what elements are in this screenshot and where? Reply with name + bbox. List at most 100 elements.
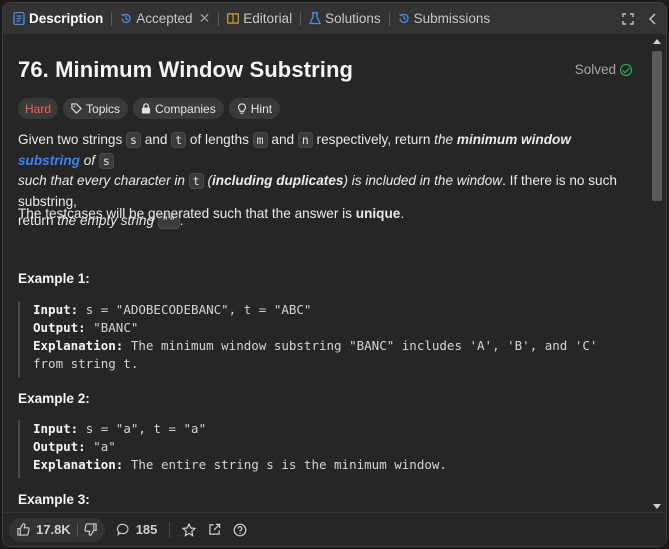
history-icon xyxy=(121,13,131,24)
text: of lengths xyxy=(186,132,253,147)
tab-label: Solutions xyxy=(325,11,381,26)
text: respectively, return xyxy=(312,132,435,147)
input-value: s = "ADOBECODEBANC", t = "ABC" xyxy=(85,302,312,317)
text: Given two strings xyxy=(18,132,127,147)
text: of xyxy=(79,152,99,168)
code-inline: s xyxy=(98,152,114,169)
testcase-note: The testcases will be generated such tha… xyxy=(18,206,405,221)
text: and xyxy=(267,132,298,147)
tag-label: Topics xyxy=(86,101,121,116)
text: is included in the window xyxy=(347,173,503,188)
output-value: "BANC" xyxy=(93,320,139,335)
comment-icon xyxy=(116,523,129,536)
text: such that every character in xyxy=(18,173,189,188)
tag-row: Hard Topics Companies Hint xyxy=(18,98,281,119)
code-inline: t xyxy=(171,132,187,148)
thumbs-up-icon[interactable] xyxy=(17,523,30,536)
collapse-icon[interactable] xyxy=(648,12,656,25)
thumbs-down-icon[interactable] xyxy=(84,523,97,536)
hint-tag[interactable]: Hint xyxy=(228,98,281,119)
history-icon xyxy=(398,13,409,24)
like-count: 17.8K xyxy=(36,522,71,537)
tab-description[interactable]: Description xyxy=(13,3,103,34)
solved-label: Solved xyxy=(574,62,616,77)
share-button[interactable] xyxy=(208,523,221,536)
tab-editorial[interactable]: Editorial xyxy=(227,3,292,34)
tab-label: Editorial xyxy=(243,11,293,26)
code-inline: m xyxy=(252,132,268,148)
tag-icon xyxy=(71,103,82,114)
lock-icon xyxy=(141,103,151,114)
tag-label: Companies xyxy=(155,101,216,116)
check-circle-icon xyxy=(620,63,632,76)
lightbulb-icon xyxy=(237,102,246,114)
text: The testcases will be generated such tha… xyxy=(18,206,356,221)
scroll-down-arrow[interactable] xyxy=(653,504,661,509)
text: the xyxy=(434,132,457,147)
tab-divider xyxy=(300,11,302,26)
panel-controls xyxy=(622,3,656,34)
comment-count: 185 xyxy=(135,522,158,537)
question-circle-icon xyxy=(234,523,247,536)
text: minimum window xyxy=(456,132,571,147)
tab-divider xyxy=(218,11,220,26)
code-inline: n xyxy=(297,132,313,148)
star-icon xyxy=(182,522,197,537)
output-label: Output: xyxy=(33,439,86,454)
input-value: s = "a", t = "a" xyxy=(85,421,207,436)
substring-link[interactable]: substring xyxy=(18,153,80,168)
tab-solutions[interactable]: Solutions xyxy=(309,3,381,34)
companies-tag[interactable]: Companies xyxy=(133,98,224,119)
tag-label: Hint xyxy=(250,101,273,116)
explanation-label: Explanation: xyxy=(33,338,124,353)
toolbar-divider xyxy=(169,521,171,538)
example-1-block: Input: s = "ADOBECODEBANC", t = "ABC" Ou… xyxy=(18,301,628,377)
vote-divider xyxy=(76,522,78,537)
solved-status: Solved xyxy=(575,62,632,77)
vote-pill: 17.8K xyxy=(9,517,105,542)
scroll-thumb[interactable] xyxy=(652,51,662,201)
example-3-title: Example 3: xyxy=(18,492,90,507)
example-1-title: Example 1: xyxy=(18,271,90,286)
flask-icon xyxy=(309,12,322,25)
code-inline: t xyxy=(188,173,204,189)
tab-label: Description xyxy=(29,11,104,26)
difficulty-badge: Hard xyxy=(18,98,59,119)
maximize-icon[interactable] xyxy=(622,12,634,25)
bottom-toolbar: 17.8K 185 xyxy=(3,512,666,546)
code-inline: s xyxy=(126,132,141,148)
tab-divider xyxy=(111,11,113,26)
share-icon xyxy=(209,523,221,535)
example-2-title: Example 2: xyxy=(18,391,90,406)
explanation-value: from string t. xyxy=(33,356,139,371)
page-title[interactable]: 76. Minimum Window Substring xyxy=(18,57,353,83)
description-icon xyxy=(13,12,25,25)
explanation-value: The minimum window substring "BANC" incl… xyxy=(130,338,598,353)
tab-label: Submissions xyxy=(413,11,491,26)
tab-accepted[interactable]: Accepted ✕ xyxy=(120,3,210,34)
scrollbar[interactable] xyxy=(651,34,663,514)
topics-tag[interactable]: Topics xyxy=(63,98,129,119)
tab-divider xyxy=(388,11,390,26)
tab-bar: Description Accepted ✕ Editorial Solutio… xyxy=(3,3,666,34)
input-label: Input: xyxy=(33,302,79,317)
output-value: "a" xyxy=(93,439,116,454)
text: unique xyxy=(355,206,401,221)
favorite-button[interactable] xyxy=(182,522,197,537)
text: including duplicates xyxy=(212,173,344,188)
help-button[interactable] xyxy=(233,523,247,537)
scroll-up-arrow[interactable] xyxy=(653,39,661,44)
problem-panel: Description Accepted ✕ Editorial Solutio… xyxy=(2,2,667,547)
explanation-label: Explanation: xyxy=(33,457,124,472)
book-icon xyxy=(227,13,240,24)
title-row: 76. Minimum Window Substring Solved xyxy=(18,34,632,92)
tab-submissions[interactable]: Submissions xyxy=(398,3,491,34)
comments-button[interactable]: 185 xyxy=(116,522,158,537)
close-icon[interactable]: ✕ xyxy=(199,10,211,27)
input-label: Input: xyxy=(33,421,79,436)
explanation-value: The entire string s is the minimum windo… xyxy=(130,457,447,472)
example-2-block: Input: s = "a", t = "a" Output: "a" Expl… xyxy=(18,420,628,478)
output-label: Output: xyxy=(33,320,86,335)
tab-label: Accepted xyxy=(136,11,193,26)
text: and xyxy=(140,132,172,147)
